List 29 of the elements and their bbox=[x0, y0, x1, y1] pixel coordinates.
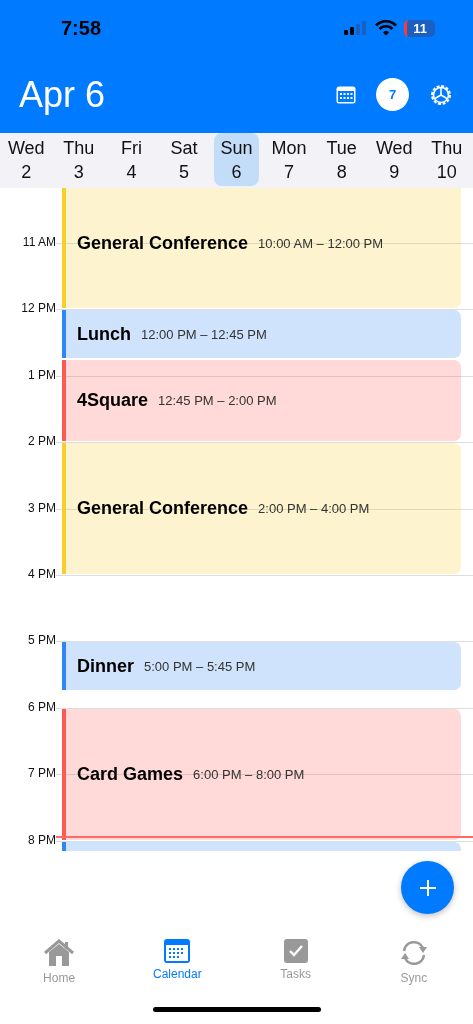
day-tab[interactable]: Mon 7 bbox=[266, 133, 312, 186]
event-block[interactable]: 4Square 12:45 PM – 2:00 PM bbox=[62, 360, 461, 442]
calendar-icon bbox=[164, 939, 191, 963]
day-tab[interactable]: Sat 5 bbox=[161, 133, 207, 186]
status-time: 7:58 bbox=[61, 16, 102, 40]
calendar-icon[interactable] bbox=[336, 85, 356, 104]
day-tab[interactable]: Tue 8 bbox=[319, 133, 364, 186]
event-block[interactable]: Dinner 5:00 PM – 5:45 PM bbox=[62, 642, 461, 691]
signal-icon bbox=[344, 21, 369, 35]
day-tab[interactable]: Wed 9 bbox=[371, 133, 417, 186]
date-title: Apr 6 bbox=[19, 73, 106, 116]
event-block[interactable]: General Conference 10:00 AM – 12:00 PM bbox=[62, 188, 461, 309]
checkbox-icon bbox=[283, 939, 308, 963]
add-button[interactable] bbox=[401, 861, 454, 914]
event-block[interactable]: Card Games 6:00 PM – 8:00 PM bbox=[62, 708, 461, 840]
today-button[interactable]: 7 bbox=[376, 78, 409, 111]
wifi-icon bbox=[375, 20, 398, 36]
event-block[interactable]: Lunch 12:00 PM – 12:45 PM bbox=[62, 310, 461, 359]
tab-bar-item[interactable]: Calendar bbox=[118, 939, 237, 985]
day-tab[interactable]: Fri 4 bbox=[109, 133, 154, 186]
settings-icon[interactable] bbox=[429, 82, 453, 107]
plus-icon bbox=[418, 878, 437, 897]
day-tab[interactable]: Thu 10 bbox=[424, 133, 470, 186]
day-tab[interactable]: Thu 3 bbox=[56, 133, 102, 186]
day-tab[interactable]: Wed 2 bbox=[4, 133, 49, 186]
day-tab[interactable]: Sun 6 bbox=[214, 133, 259, 186]
home-icon bbox=[44, 939, 75, 967]
event-block[interactable]: General Conference 2:00 PM – 4:00 PM bbox=[62, 443, 461, 574]
battery-indicator: 11 bbox=[404, 19, 435, 37]
